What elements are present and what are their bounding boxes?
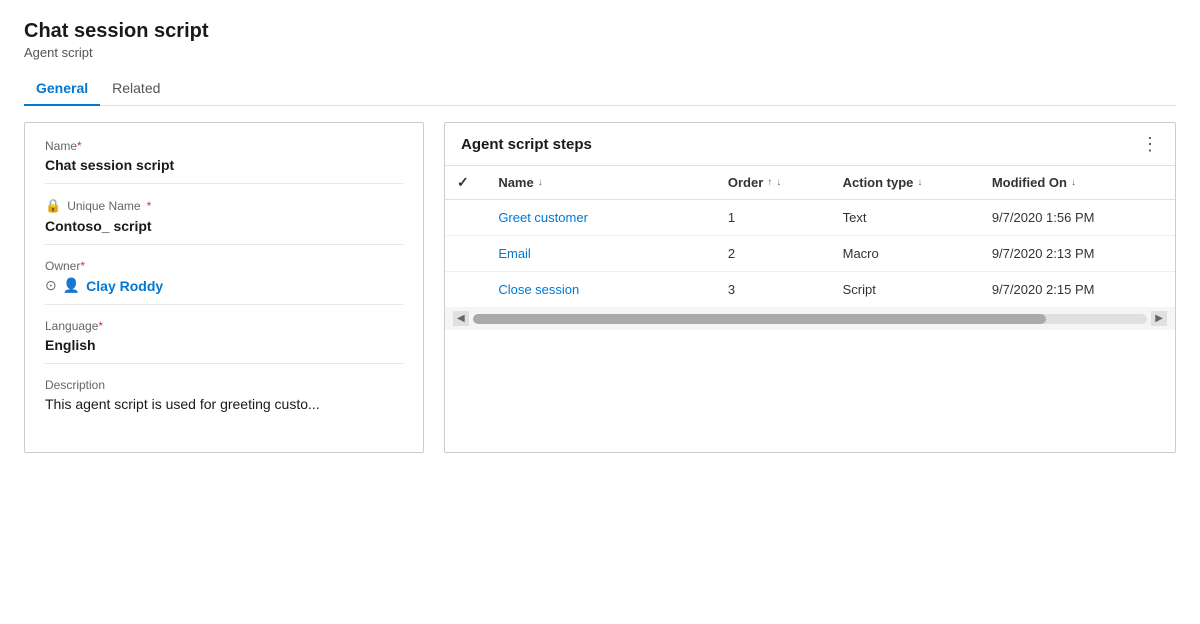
language-field-group: Language* English bbox=[45, 319, 403, 364]
modified-sort-icon: ↓ bbox=[1071, 177, 1076, 188]
tabs-container: General Related bbox=[24, 72, 1176, 106]
row-action-type-cell: Macro bbox=[831, 236, 980, 272]
row-name-cell[interactable]: Greet customer bbox=[486, 200, 716, 236]
lock-icon: 🔒 bbox=[45, 198, 61, 214]
steps-header: Agent script steps ⋮ bbox=[445, 123, 1175, 166]
row-modified-on-cell: 9/7/2020 1:56 PM bbox=[980, 200, 1175, 236]
main-content: Name* Chat session script 🔒 Unique Name*… bbox=[24, 122, 1176, 453]
col-header-modified-on[interactable]: Modified On ↓ bbox=[980, 166, 1175, 200]
description-field-group: Description This agent script is used fo… bbox=[45, 378, 403, 422]
steps-title: Agent script steps bbox=[461, 136, 592, 153]
row-check-cell bbox=[445, 200, 486, 236]
unique-name-value: Contoso_ script bbox=[45, 218, 403, 234]
name-field-group: Name* Chat session script bbox=[45, 139, 403, 184]
col-header-name[interactable]: Name ↓ bbox=[486, 166, 716, 200]
row-modified-on-cell: 9/7/2020 2:13 PM bbox=[980, 236, 1175, 272]
row-action-type-cell: Text bbox=[831, 200, 980, 236]
owner-field-group: Owner* ⊙ 👤 Clay Roddy bbox=[45, 259, 403, 305]
language-value: English bbox=[45, 337, 403, 353]
row-order-cell: 1 bbox=[716, 200, 831, 236]
table-row: Greet customer 1 Text 9/7/2020 1:56 PM bbox=[445, 200, 1175, 236]
unique-name-field-group: 🔒 Unique Name* Contoso_ script bbox=[45, 198, 403, 245]
row-action-type-cell: Script bbox=[831, 272, 980, 308]
order-sort-desc-icon: ↓ bbox=[776, 177, 781, 188]
agent-script-steps-panel: Agent script steps ⋮ ✓ Name ↓ bbox=[444, 122, 1176, 453]
col-header-order[interactable]: Order ↑ ↓ bbox=[716, 166, 831, 200]
check-header-icon: ✓ bbox=[457, 174, 469, 190]
language-label: Language* bbox=[45, 319, 403, 333]
table-header-row: ✓ Name ↓ Order ↑ ↓ bbox=[445, 166, 1175, 200]
more-options-icon[interactable]: ⋮ bbox=[1141, 135, 1159, 153]
name-value: Chat session script bbox=[45, 157, 403, 173]
row-check-cell bbox=[445, 236, 486, 272]
name-sort-icon: ↓ bbox=[538, 177, 543, 188]
tab-related[interactable]: Related bbox=[100, 72, 172, 106]
description-label: Description bbox=[45, 378, 403, 392]
row-order-cell: 2 bbox=[716, 236, 831, 272]
row-name-cell[interactable]: Email bbox=[486, 236, 716, 272]
user-icon: 👤 bbox=[63, 277, 80, 294]
form-panel: Name* Chat session script 🔒 Unique Name*… bbox=[24, 122, 424, 453]
row-modified-on-cell: 9/7/2020 2:15 PM bbox=[980, 272, 1175, 308]
owner-label: Owner* bbox=[45, 259, 403, 273]
scroll-right-arrow[interactable]: ▶ bbox=[1151, 311, 1167, 326]
row-check-cell bbox=[445, 272, 486, 308]
scroll-left-arrow[interactable]: ◀ bbox=[453, 311, 469, 326]
page-title: Chat session script bbox=[24, 20, 1176, 43]
scrollbar-thumb-track[interactable] bbox=[473, 314, 1148, 324]
owner-row: ⊙ 👤 Clay Roddy bbox=[45, 277, 403, 294]
horizontal-scrollbar[interactable]: ◀ ▶ bbox=[445, 311, 1175, 326]
row-name-cell[interactable]: Close session bbox=[486, 272, 716, 308]
col-header-check: ✓ bbox=[445, 166, 486, 200]
table-row: Close session 3 Script 9/7/2020 2:15 PM bbox=[445, 272, 1175, 308]
description-value: This agent script is used for greeting c… bbox=[45, 396, 403, 412]
action-sort-icon: ↓ bbox=[917, 177, 922, 188]
tab-general[interactable]: General bbox=[24, 72, 100, 106]
col-header-action-type[interactable]: Action type ↓ bbox=[831, 166, 980, 200]
scrollbar-row: ◀ ▶ bbox=[445, 307, 1175, 330]
unique-name-label: 🔒 Unique Name* bbox=[45, 198, 403, 214]
steps-table: ✓ Name ↓ Order ↑ ↓ bbox=[445, 166, 1175, 330]
order-sort-asc-icon: ↑ bbox=[767, 177, 772, 188]
table-row: Email 2 Macro 9/7/2020 2:13 PM bbox=[445, 236, 1175, 272]
owner-value[interactable]: Clay Roddy bbox=[86, 278, 163, 294]
row-order-cell: 3 bbox=[716, 272, 831, 308]
page-subtitle: Agent script bbox=[24, 45, 1176, 60]
name-label: Name* bbox=[45, 139, 403, 153]
scrollbar-thumb[interactable] bbox=[473, 314, 1046, 324]
search-icon: ⊙ bbox=[45, 277, 57, 294]
